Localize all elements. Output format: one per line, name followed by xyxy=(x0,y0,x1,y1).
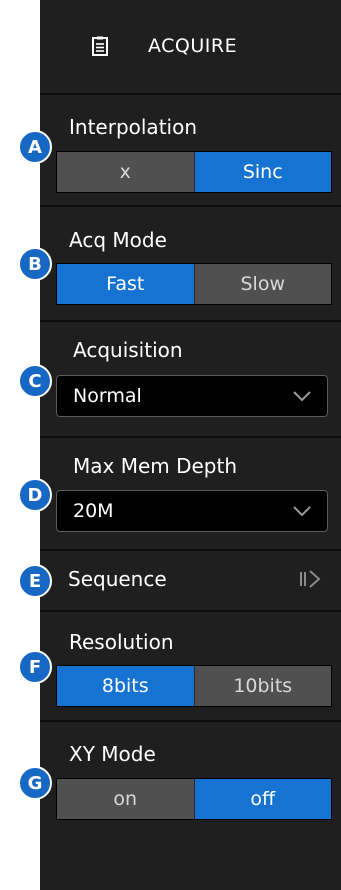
acq-mode-label: Acq Mode xyxy=(69,228,167,252)
xy-mode-toggle: on off xyxy=(56,778,332,820)
memo-icon xyxy=(92,36,108,56)
divider xyxy=(40,93,341,95)
interpolation-option-sinc[interactable]: Sinc xyxy=(193,152,331,192)
sequence-label: Sequence xyxy=(68,567,167,591)
divider xyxy=(40,610,341,612)
resolution-option-10bits[interactable]: 10bits xyxy=(193,666,331,706)
interpolation-toggle: x Sinc xyxy=(56,151,332,193)
acquisition-dropdown[interactable]: Normal xyxy=(56,375,328,417)
max-mem-depth-dropdown[interactable]: 20M xyxy=(56,490,328,532)
callout-badge-d: D xyxy=(18,478,52,512)
max-mem-depth-value: 20M xyxy=(73,500,114,522)
acq-mode-option-slow[interactable]: Slow xyxy=(193,264,331,304)
chevron-down-icon xyxy=(293,391,311,402)
divider xyxy=(40,320,341,322)
chevron-down-icon xyxy=(293,506,311,517)
callout-badge-g: G xyxy=(18,766,52,800)
callout-badge-e: E xyxy=(18,564,52,598)
resolution-label: Resolution xyxy=(69,630,174,654)
acquisition-value: Normal xyxy=(73,385,142,407)
callout-badge-a: A xyxy=(18,130,52,164)
sequence-menu-item[interactable]: Sequence xyxy=(40,550,341,610)
callout-badge-f: F xyxy=(18,650,52,684)
xy-mode-label: XY Mode xyxy=(69,742,156,766)
interpolation-label: Interpolation xyxy=(69,115,197,139)
acq-mode-toggle: Fast Slow xyxy=(56,263,332,305)
acquisition-label: Acquisition xyxy=(73,338,183,362)
acq-mode-option-fast[interactable]: Fast xyxy=(57,264,194,304)
divider xyxy=(40,205,341,207)
callout-badge-b: B xyxy=(18,247,52,281)
menu-title: ACQUIRE xyxy=(148,35,238,57)
xy-mode-option-on[interactable]: on xyxy=(57,779,194,819)
xy-mode-option-off[interactable]: off xyxy=(193,779,331,819)
interpolation-option-x[interactable]: x xyxy=(57,152,194,192)
divider xyxy=(40,436,341,438)
max-mem-depth-label: Max Mem Depth xyxy=(73,454,238,478)
resolution-toggle: 8bits 10bits xyxy=(56,665,332,707)
resolution-option-8bits[interactable]: 8bits xyxy=(57,666,194,706)
callout-badge-c: C xyxy=(18,364,52,398)
submenu-arrow-icon xyxy=(300,570,321,588)
divider xyxy=(40,720,341,722)
